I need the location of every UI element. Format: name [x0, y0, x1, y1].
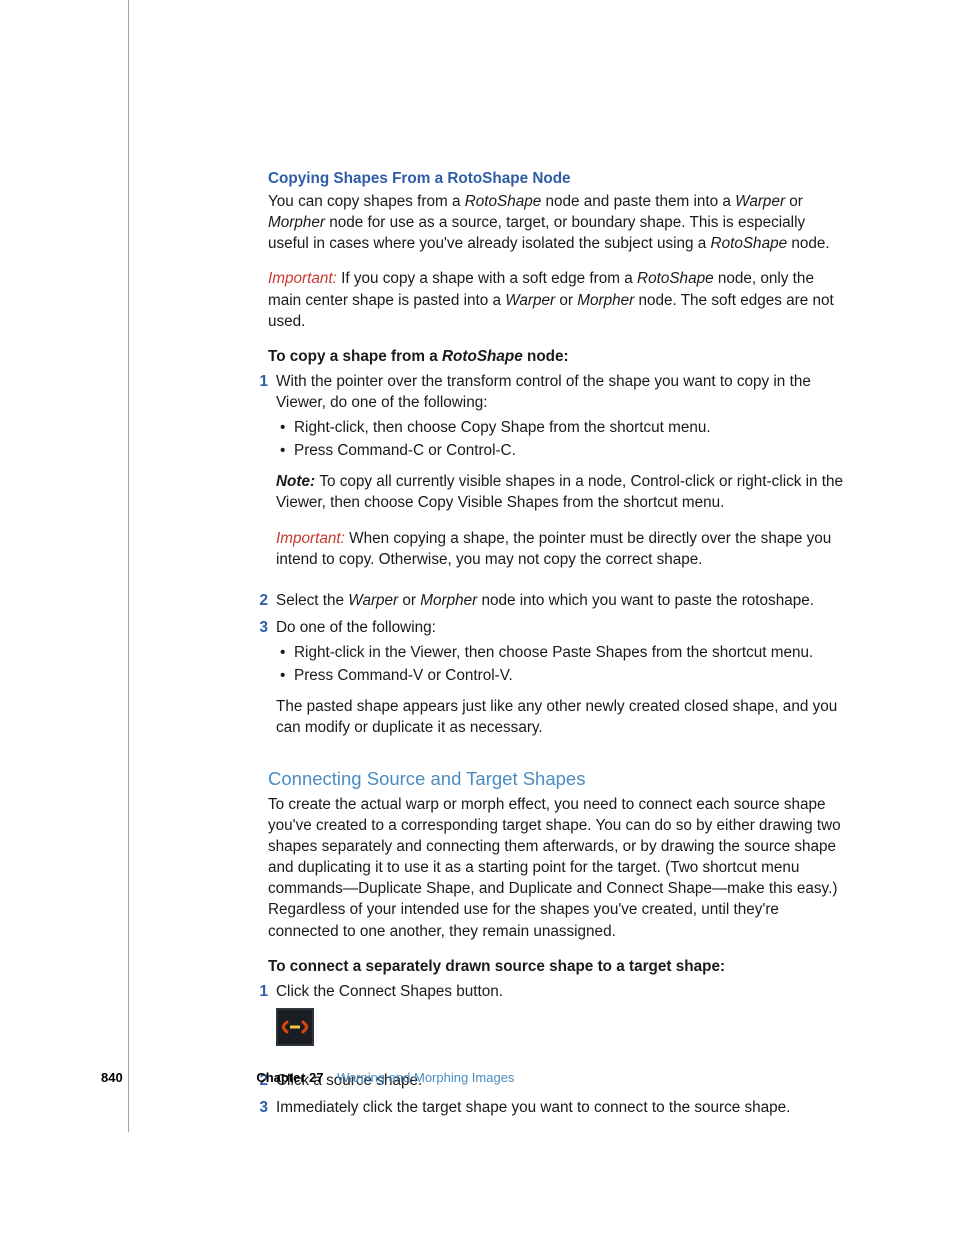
important-note: Important: When copying a shape, the poi… [276, 528, 846, 570]
step-3: 3 Do one of the following: Right-click i… [268, 617, 846, 753]
heading-copying-shapes: Copying Shapes From a RotoShape Node [268, 168, 846, 189]
bullet-item: Press Command-C or Control-C. [294, 440, 846, 461]
margin-rule [128, 0, 129, 1132]
note: Note: To copy all currently visible shap… [276, 471, 846, 513]
page-number: 840 [101, 1070, 123, 1085]
bullet-item: Right-click, then choose Copy Shape from… [294, 417, 846, 438]
chapter-label: Chapter 27 [256, 1070, 323, 1085]
step-3: 3 Immediately click the target shape you… [268, 1097, 846, 1118]
paragraph: You can copy shapes from a RotoShape nod… [268, 191, 846, 254]
step-text: With the pointer over the transform cont… [276, 373, 811, 411]
connect-shapes-icon [276, 1008, 846, 1046]
page: Copying Shapes From a RotoShape Node You… [0, 0, 954, 1235]
procedure-heading: To connect a separately drawn source sha… [268, 956, 846, 977]
sub-bullets: Right-click in the Viewer, then choose P… [276, 642, 846, 686]
step-number: 1 [250, 981, 276, 1064]
sub-bullets: Right-click, then choose Copy Shape from… [276, 417, 846, 461]
paragraph: The pasted shape appears just like any o… [276, 696, 846, 738]
step-number: 3 [250, 617, 276, 753]
important-label: Important: [268, 270, 341, 287]
heading-connecting-shapes: Connecting Source and Target Shapes [268, 766, 846, 792]
note-label: Note: [276, 473, 319, 490]
step-text: Select the Warper or Morpher node into w… [276, 590, 846, 611]
procedure-steps: 1 Click the Connect Shapes button. [268, 981, 846, 1118]
paragraph: To create the actual warp or morph effec… [268, 794, 846, 942]
bullet-item: Press Command-V or Control-V. [294, 665, 846, 686]
procedure-heading: To copy a shape from a RotoShape node: [268, 346, 846, 367]
step-text: Do one of the following: [276, 619, 436, 636]
chapter-title: Warping and Morphing Images [337, 1070, 514, 1085]
step-2: 2 Select the Warper or Morpher node into… [268, 590, 846, 611]
step-1: 1 Click the Connect Shapes button. [268, 981, 846, 1064]
step-1: 1 With the pointer over the transform co… [268, 371, 846, 584]
step-text: Immediately click the target shape you w… [276, 1097, 846, 1118]
page-footer: 840 Chapter 27 Warping and Morphing Imag… [101, 1070, 861, 1085]
procedure-steps: 1 With the pointer over the transform co… [268, 371, 846, 753]
bullet-item: Right-click in the Viewer, then choose P… [294, 642, 846, 663]
body-text: Copying Shapes From a RotoShape Node You… [268, 168, 846, 1132]
step-number: 3 [250, 1097, 276, 1118]
step-text: Click the Connect Shapes button. [276, 983, 503, 1000]
important-label: Important: [276, 530, 349, 547]
step-number: 1 [250, 371, 276, 584]
important-note: Important: If you copy a shape with a so… [268, 268, 846, 331]
step-number: 2 [250, 590, 276, 611]
